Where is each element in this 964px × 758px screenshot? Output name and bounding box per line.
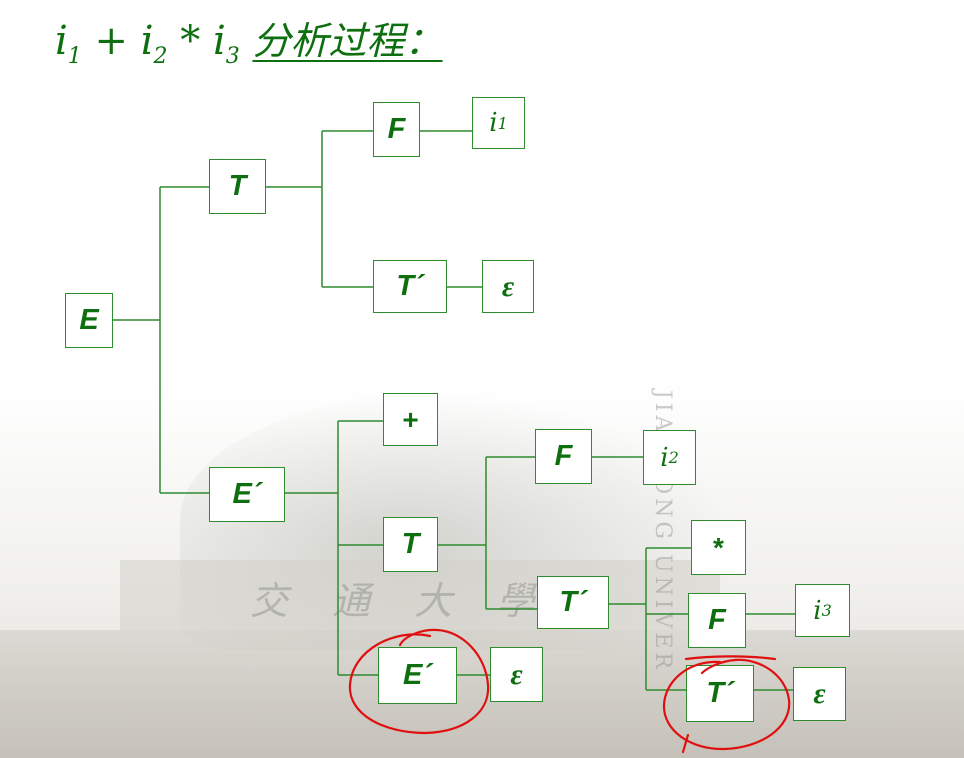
red-circle-Tp <box>662 658 791 751</box>
red-annotations <box>348 628 791 754</box>
red-overline-Tp <box>684 655 777 661</box>
red-circle-Ep <box>348 628 490 735</box>
slide: 交 通 大 學 JIAOTONG UNIVER i1 + i2 * i3 分析过… <box>0 0 964 758</box>
